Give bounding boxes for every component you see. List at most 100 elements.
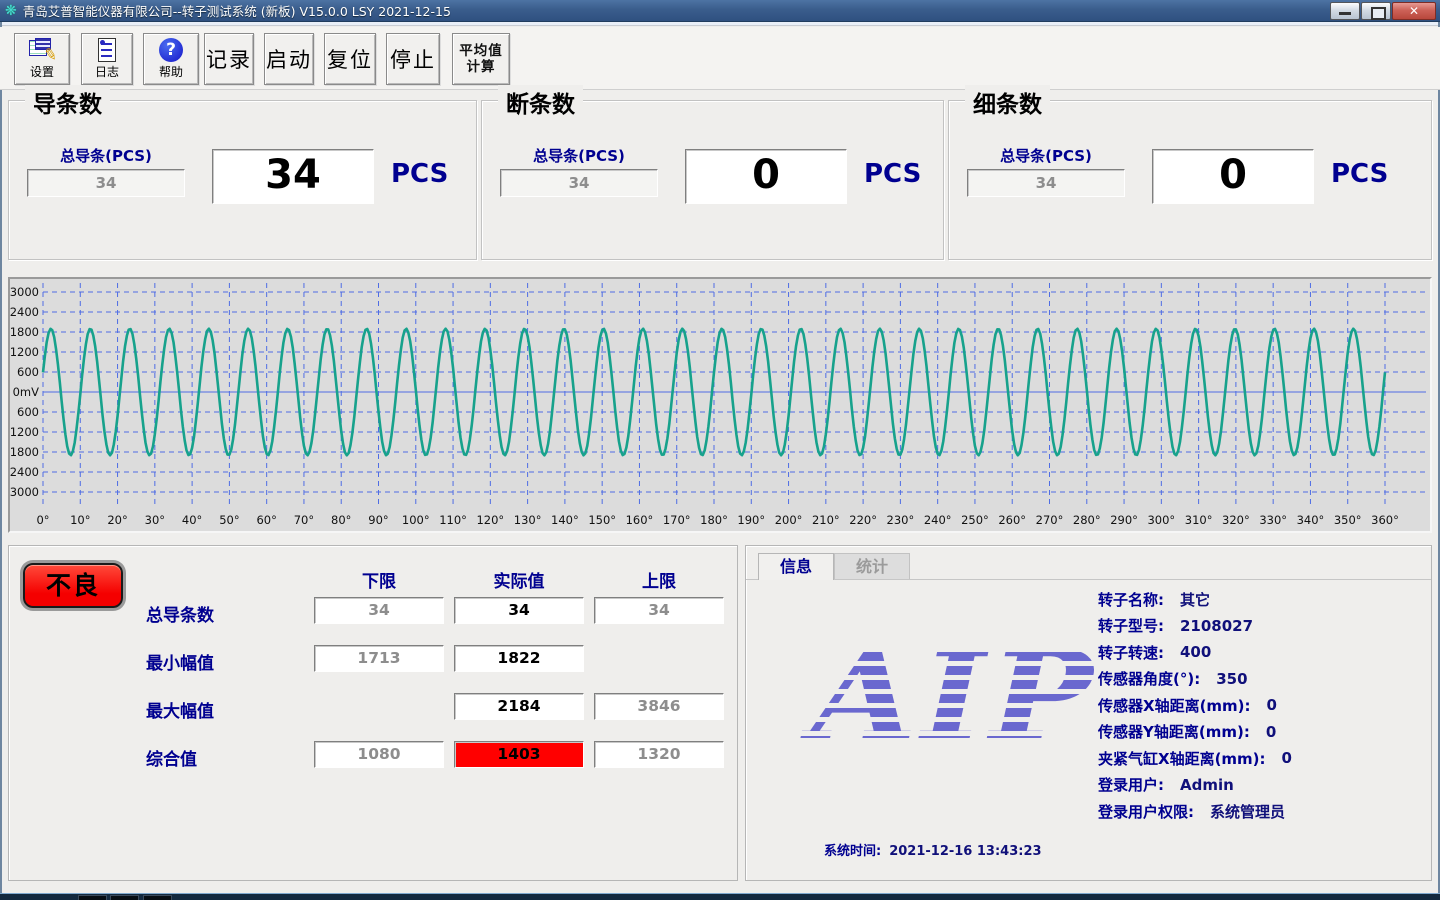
svg-text:280°: 280°: [1073, 513, 1101, 527]
total-bars-input[interactable]: 34: [27, 169, 185, 197]
counter-panel-broken-bars: 断条数 总导条(PCS) 34 0 PCS: [481, 100, 944, 260]
svg-text:180°: 180°: [700, 513, 728, 527]
svg-text:10°: 10°: [70, 513, 90, 527]
info-row-sensor-x: 传感器X轴距离(mm):0: [1098, 692, 1428, 719]
svg-text:340°: 340°: [1297, 513, 1325, 527]
taskbar: [0, 893, 1440, 900]
help-button[interactable]: ? 帮助: [143, 33, 199, 85]
svg-text:3000: 3000: [10, 285, 39, 299]
svg-text:100°: 100°: [402, 513, 430, 527]
toolbar: ✎ 设置 日志 ? 帮助 记录 启动 复位 停止 平均值 计算: [0, 27, 1440, 90]
total-bars-input[interactable]: 34: [967, 169, 1125, 197]
info-panel: 信息 统计 AIP 转子名称:其它 转子型号:2108027 转子转速:400 …: [745, 545, 1432, 881]
svg-text:240°: 240°: [924, 513, 952, 527]
info-row-user-role: 登录用户权限:系统管理员: [1098, 798, 1428, 825]
svg-text:30°: 30°: [145, 513, 165, 527]
svg-text:250°: 250°: [961, 513, 989, 527]
svg-text:110°: 110°: [439, 513, 467, 527]
window-border-left: [0, 22, 2, 893]
svg-text:160°: 160°: [626, 513, 654, 527]
column-header-lower: 下限: [314, 567, 444, 592]
info-row-clamp-x: 夹紧气缸X轴距离(mm):0: [1098, 745, 1428, 772]
close-button[interactable]: [1392, 2, 1436, 20]
svg-text:230°: 230°: [887, 513, 915, 527]
taskbar-button[interactable]: [78, 895, 107, 900]
svg-text:130°: 130°: [514, 513, 542, 527]
conductor-bars-display: 34: [212, 149, 374, 204]
taskbar-button[interactable]: [110, 895, 139, 900]
max-amplitude-upper: 3846: [594, 693, 724, 720]
row-label-max-amplitude: 最大幅值: [146, 697, 306, 722]
tab-info[interactable]: 信息: [758, 553, 834, 580]
tab-underline: [746, 579, 1431, 580]
svg-text:300°: 300°: [1147, 513, 1175, 527]
svg-text:600: 600: [17, 405, 39, 419]
panel-title: 断条数: [498, 85, 583, 119]
min-amplitude-actual: 1822: [454, 645, 584, 672]
info-row-login-user: 登录用户:Admin: [1098, 772, 1428, 799]
record-button[interactable]: 记录: [204, 33, 254, 85]
row-label-total-bars: 总导条数: [146, 601, 306, 626]
svg-text:260°: 260°: [998, 513, 1026, 527]
status-badge: 不良: [23, 563, 123, 608]
maximize-button[interactable]: [1361, 2, 1391, 20]
svg-text:50°: 50°: [219, 513, 239, 527]
average-calc-button[interactable]: 平均值 计算: [452, 33, 510, 85]
broken-bars-display: 0: [685, 149, 847, 204]
svg-text:0mV: 0mV: [13, 385, 40, 399]
titlebar: ❋ 青岛艾普智能仪器有限公司--转子测试系统 (新板) V15.0.0 LSY …: [0, 0, 1440, 22]
unit-label: PCS: [864, 159, 921, 189]
unit-label: PCS: [1331, 159, 1388, 189]
svg-text:1200: 1200: [10, 425, 39, 439]
log-button[interactable]: 日志: [81, 33, 133, 85]
svg-text:190°: 190°: [737, 513, 765, 527]
svg-text:120°: 120°: [476, 513, 504, 527]
total-bars-input[interactable]: 34: [500, 169, 658, 197]
reset-button[interactable]: 复位: [324, 33, 376, 85]
log-icon: [98, 38, 116, 62]
start-button[interactable]: 启动: [264, 33, 314, 85]
thin-bars-display: 0: [1152, 149, 1314, 204]
column-header-upper: 上限: [594, 567, 724, 592]
total-bars-label: 总导条(PCS): [967, 145, 1125, 166]
info-row-rotor-name: 转子名称:其它: [1098, 586, 1428, 613]
svg-text:330°: 330°: [1259, 513, 1287, 527]
svg-text:290°: 290°: [1110, 513, 1138, 527]
svg-text:170°: 170°: [663, 513, 691, 527]
waveform-svg: 30002400180012006000mV600120018002400300…: [10, 279, 1430, 531]
total-bars-upper: 34: [594, 597, 724, 624]
svg-text:270°: 270°: [1036, 513, 1064, 527]
min-amplitude-lower: 1713: [314, 645, 444, 672]
svg-text:1800: 1800: [10, 325, 39, 339]
svg-text:140°: 140°: [551, 513, 579, 527]
total-bars-lower: 34: [314, 597, 444, 624]
info-fields: 转子名称:其它 转子型号:2108027 转子转速:400 传感器角度(°):3…: [1098, 586, 1428, 825]
total-bars-label: 总导条(PCS): [500, 145, 658, 166]
svg-text:2400: 2400: [10, 465, 39, 479]
info-row-rotor-speed: 转子转速:400: [1098, 639, 1428, 666]
composite-lower: 1080: [314, 741, 444, 768]
unit-label: PCS: [391, 159, 448, 189]
svg-text:600: 600: [17, 365, 39, 379]
info-row-sensor-y: 传感器Y轴距离(mm):0: [1098, 719, 1428, 746]
svg-text:80°: 80°: [331, 513, 351, 527]
app-snowflake-icon: ❋: [5, 4, 17, 18]
svg-text:70°: 70°: [294, 513, 314, 527]
svg-text:2400: 2400: [10, 305, 39, 319]
max-amplitude-actual: 2184: [454, 693, 584, 720]
stop-button[interactable]: 停止: [386, 33, 440, 85]
composite-upper: 1320: [594, 741, 724, 768]
svg-text:0°: 0°: [36, 513, 49, 527]
svg-text:3000: 3000: [10, 485, 39, 499]
taskbar-button[interactable]: [143, 895, 172, 900]
window-controls: [1330, 2, 1436, 20]
settings-button[interactable]: ✎ 设置: [14, 33, 70, 85]
svg-text:90°: 90°: [368, 513, 388, 527]
svg-text:40°: 40°: [182, 513, 202, 527]
svg-text:200°: 200°: [775, 513, 803, 527]
titlebar-strip: [0, 22, 1440, 26]
tab-statistics[interactable]: 统计: [834, 553, 910, 580]
svg-text:150°: 150°: [588, 513, 616, 527]
counter-panel-thin-bars: 细条数 总导条(PCS) 34 0 PCS: [948, 100, 1432, 260]
minimize-button[interactable]: [1330, 2, 1360, 20]
